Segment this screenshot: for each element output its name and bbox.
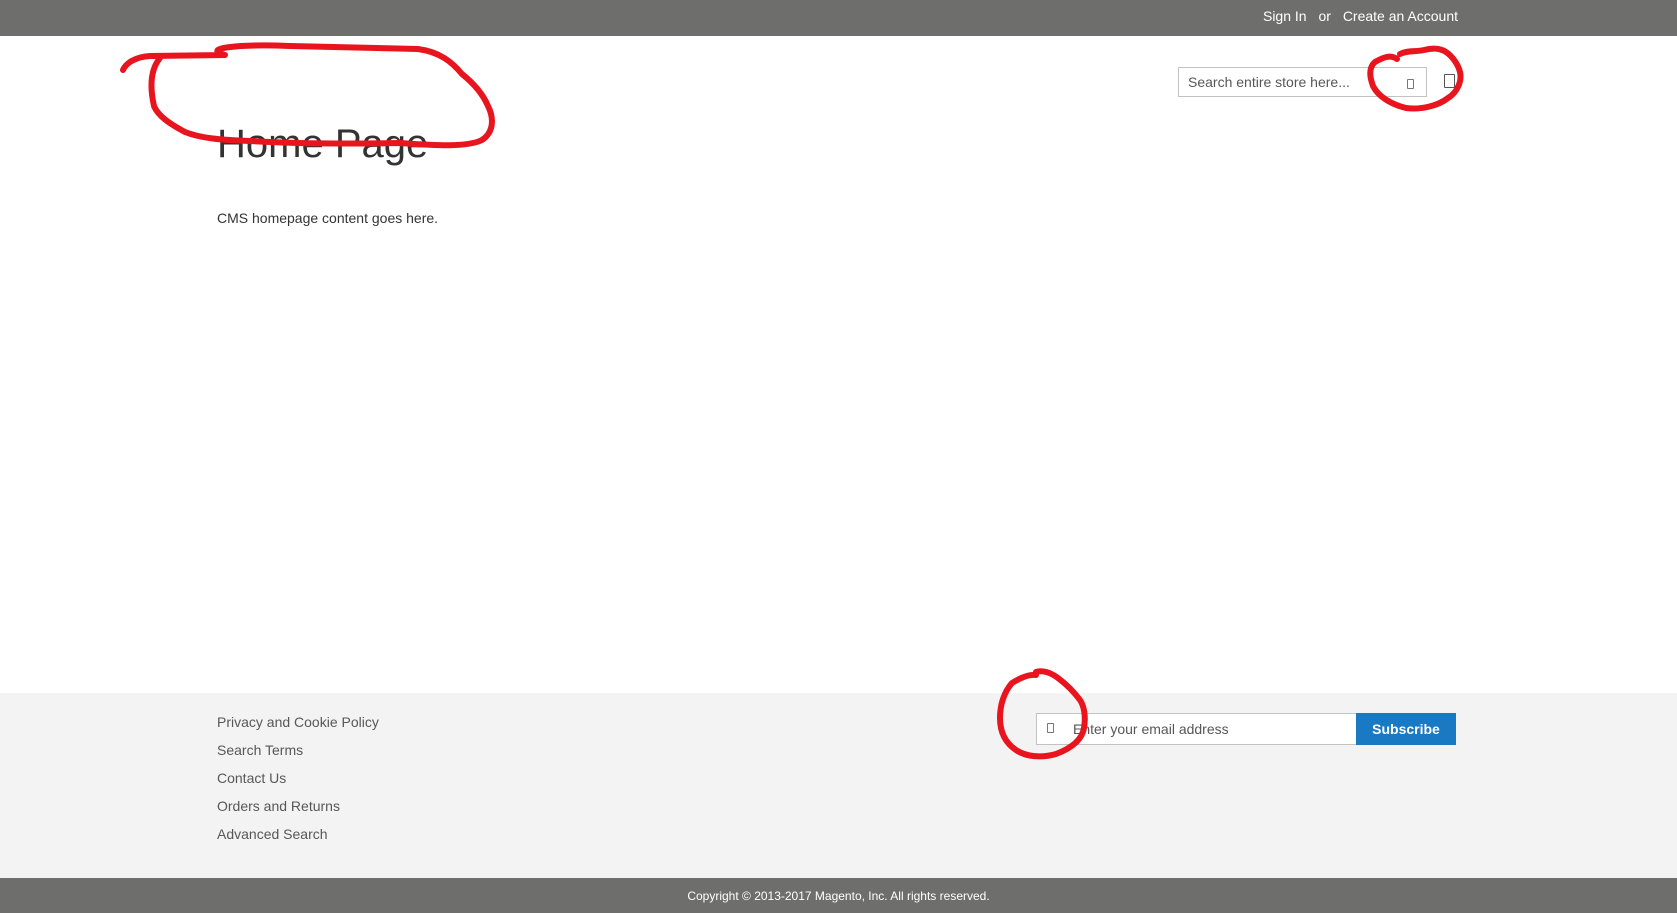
header-panel: Sign In or Create an Account [0, 0, 1677, 36]
footer-link-privacy[interactable]: Privacy and Cookie Policy [217, 714, 379, 742]
footer-link-contact-us[interactable]: Contact Us [217, 770, 379, 798]
newsletter-field [1036, 713, 1357, 745]
search-button[interactable] [1405, 77, 1417, 91]
header-links: Sign In or Create an Account [1263, 8, 1458, 24]
or-text: or [1318, 8, 1331, 24]
footer-link-search-terms[interactable]: Search Terms [217, 742, 379, 770]
cms-content-text: CMS homepage content goes here. [217, 210, 439, 226]
page-title: Home Page [217, 122, 429, 166]
search-box [1178, 67, 1427, 97]
footer-link-orders-returns[interactable]: Orders and Returns [217, 798, 379, 826]
cart-icon[interactable] [1444, 74, 1455, 88]
envelope-icon [1047, 723, 1054, 733]
search-icon [1407, 79, 1414, 89]
footer-links: Privacy and Cookie Policy Search Terms C… [217, 714, 379, 854]
newsletter-email-input[interactable] [1067, 714, 1353, 744]
search-input[interactable] [1179, 68, 1379, 96]
copyright-text: Copyright © 2013-2017 Magento, Inc. All … [687, 889, 990, 903]
copyright-bar: Copyright © 2013-2017 Magento, Inc. All … [0, 878, 1677, 913]
footer-link-advanced-search[interactable]: Advanced Search [217, 826, 379, 854]
create-account-link[interactable]: Create an Account [1343, 8, 1458, 24]
subscribe-button[interactable]: Subscribe [1356, 713, 1456, 745]
sign-in-link[interactable]: Sign In [1263, 8, 1307, 24]
